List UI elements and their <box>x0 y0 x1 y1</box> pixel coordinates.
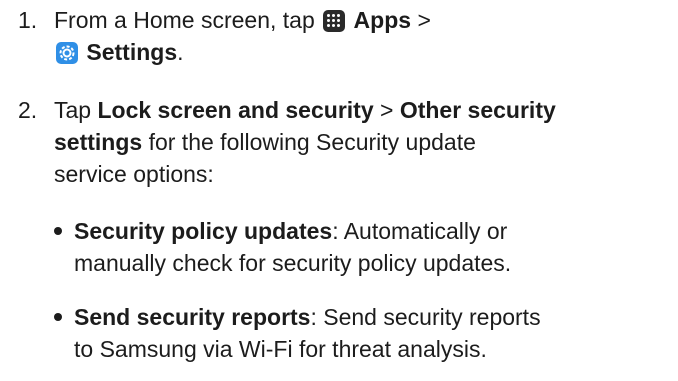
separator: > <box>417 7 431 33</box>
other-security-label-cont: settings <box>54 129 143 155</box>
lock-screen-label: Lock screen and security <box>97 97 374 123</box>
step-line: settings for the following Security upda… <box>54 126 556 158</box>
separator: > <box>380 97 394 123</box>
bullet-desc: : Automatically or <box>332 218 508 244</box>
document: 1. From a Home screen, tap Apps > Settin… <box>0 0 678 381</box>
step-body: From a Home screen, tap Apps > Settings. <box>54 4 431 68</box>
step-number: 1. <box>18 7 38 33</box>
step-text: Tap <box>54 97 92 123</box>
bullet-text: Security policy updates: Automatically o… <box>74 215 511 279</box>
step-text: service options: <box>54 161 214 187</box>
bullet-dot <box>54 227 62 235</box>
step-text: From a Home screen, tap <box>54 7 315 33</box>
apps-label: Apps <box>353 7 412 33</box>
bullet-text: Send security reports: Send security rep… <box>74 301 541 365</box>
bullet-line: Security policy updates: Automatically o… <box>74 215 511 247</box>
bullet-line: Send security reports: Send security rep… <box>74 301 541 333</box>
step-line: From a Home screen, tap Apps > <box>54 4 431 36</box>
period: . <box>177 39 184 65</box>
settings-label: Settings <box>86 39 178 65</box>
step-text: for the following Security update <box>148 129 476 155</box>
step-line: Settings. <box>54 36 431 68</box>
bullet-line: to Samsung via Wi-Fi for threat analysis… <box>74 333 541 365</box>
bullet-line: manually check for security policy updat… <box>74 247 511 279</box>
step-number: 2. <box>18 97 38 123</box>
settings-icon <box>56 42 78 64</box>
bullet-title: Send security reports <box>74 304 311 330</box>
bullet-dot <box>54 313 62 321</box>
step-line: Tap Lock screen and security > Other sec… <box>54 94 556 126</box>
step-line: service options: <box>54 158 556 190</box>
bullet-desc: to Samsung via Wi-Fi for threat analysis… <box>74 336 487 362</box>
bullet-title: Security policy updates <box>74 218 333 244</box>
bullet-desc: : Send security reports <box>310 304 541 330</box>
bullet-desc: manually check for security policy updat… <box>74 250 512 276</box>
step-body: Tap Lock screen and security > Other sec… <box>54 94 556 190</box>
other-security-label: Other security <box>399 97 556 123</box>
apps-icon <box>323 10 346 32</box>
